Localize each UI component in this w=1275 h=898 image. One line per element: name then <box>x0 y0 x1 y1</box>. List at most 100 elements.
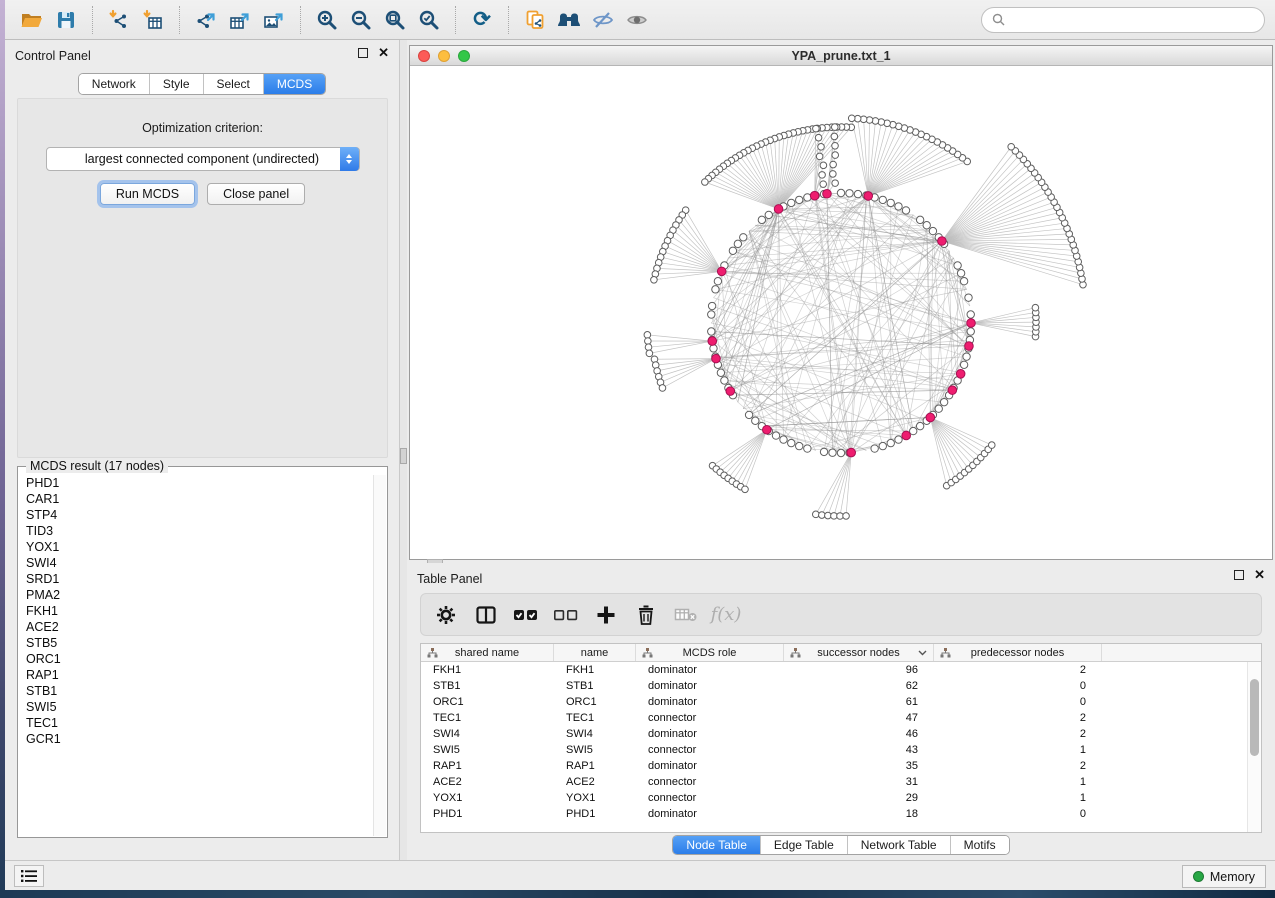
network-node[interactable] <box>710 345 717 352</box>
network-node[interactable] <box>820 448 827 455</box>
import-network-icon[interactable] <box>102 5 136 35</box>
network-node[interactable] <box>854 190 861 197</box>
deselect-all-icon[interactable] <box>553 602 579 628</box>
run-mcds-button[interactable]: Run MCDS <box>100 183 195 205</box>
network-node[interactable] <box>843 513 850 520</box>
clone-network-icon[interactable] <box>518 5 552 35</box>
table-row-yox1[interactable]: YOX1YOX1connector291 <box>421 790 1247 806</box>
close-table-panel-icon[interactable]: ✕ <box>1254 570 1265 580</box>
mcds-hub-node[interactable] <box>948 386 957 395</box>
table-row-stb1[interactable]: STB1STB1dominator620 <box>421 678 1247 694</box>
result-node-stb5[interactable]: STB5 <box>19 635 373 651</box>
table-scrollbar[interactable] <box>1247 662 1261 832</box>
result-node-yox1[interactable]: YOX1 <box>19 539 373 555</box>
export-image-icon[interactable] <box>257 5 291 35</box>
network-node[interactable] <box>830 171 837 178</box>
network-node[interactable] <box>742 486 749 493</box>
result-node-tec1[interactable]: TEC1 <box>19 715 373 731</box>
network-node[interactable] <box>940 398 947 405</box>
float-panel-icon[interactable] <box>358 48 368 58</box>
network-node[interactable] <box>820 181 827 188</box>
network-node[interactable] <box>646 350 653 357</box>
optimization-criterion-select[interactable]: largest connected component (undirected) <box>46 147 360 171</box>
mcds-hub-node[interactable] <box>967 319 976 328</box>
network-node[interactable] <box>780 436 787 443</box>
network-node[interactable] <box>887 439 894 446</box>
network-node[interactable] <box>758 216 765 223</box>
network-node[interactable] <box>832 152 839 159</box>
table-row-ace2[interactable]: ACE2ACE2connector311 <box>421 774 1247 790</box>
zoom-selected-icon[interactable] <box>412 5 446 35</box>
mcds-hub-node[interactable] <box>902 431 911 440</box>
network-graph[interactable] <box>410 66 1272 559</box>
mcds-hub-node[interactable] <box>726 387 735 396</box>
network-node[interactable] <box>721 377 728 384</box>
network-node[interactable] <box>702 179 709 186</box>
add-column-icon[interactable] <box>593 602 619 628</box>
network-node[interactable] <box>837 449 844 456</box>
export-table-icon[interactable] <box>223 5 257 35</box>
network-node[interactable] <box>837 189 844 196</box>
network-node[interactable] <box>887 199 894 206</box>
vertical-splitter-handle[interactable] <box>400 448 407 464</box>
network-node[interactable] <box>916 422 923 429</box>
network-node[interactable] <box>879 442 886 449</box>
mcds-hub-node[interactable] <box>864 192 873 201</box>
network-node[interactable] <box>879 196 886 203</box>
network-node[interactable] <box>788 439 795 446</box>
network-node[interactable] <box>895 436 902 443</box>
table-tab-edge-table[interactable]: Edge Table <box>761 836 848 854</box>
network-canvas[interactable] <box>410 66 1272 559</box>
column-header-name[interactable]: name <box>554 644 636 661</box>
network-node[interactable] <box>752 417 759 424</box>
mcds-hub-node[interactable] <box>926 413 935 422</box>
mcds-hub-node[interactable] <box>956 369 965 378</box>
hide-unselected-icon[interactable] <box>586 5 620 35</box>
mcds-result-scrollbar[interactable] <box>373 475 386 836</box>
split-view-icon[interactable] <box>473 602 499 628</box>
open-file-icon[interactable] <box>15 5 49 35</box>
network-node[interactable] <box>963 353 970 360</box>
network-node[interactable] <box>916 216 923 223</box>
network-node[interactable] <box>819 172 826 179</box>
network-node[interactable] <box>816 153 823 160</box>
result-node-car1[interactable]: CAR1 <box>19 491 373 507</box>
network-node[interactable] <box>804 445 811 452</box>
memory-button[interactable]: Memory <box>1182 865 1266 888</box>
result-node-orc1[interactable]: ORC1 <box>19 651 373 667</box>
network-node[interactable] <box>818 143 825 150</box>
find-icon[interactable] <box>552 5 586 35</box>
search-box[interactable] <box>981 7 1265 33</box>
result-node-stp4[interactable]: STP4 <box>19 507 373 523</box>
table-row-swi4[interactable]: SWI4SWI4dominator462 <box>421 726 1247 742</box>
column-header-successor-nodes[interactable]: successor nodes <box>784 644 934 661</box>
mcds-hub-node[interactable] <box>810 191 819 200</box>
network-node[interactable] <box>708 302 715 309</box>
network-node[interactable] <box>988 442 995 449</box>
network-node[interactable] <box>846 190 853 197</box>
settings-icon[interactable] <box>433 602 459 628</box>
network-node[interactable] <box>871 445 878 452</box>
select-all-icon[interactable] <box>513 602 539 628</box>
table-row-fkh1[interactable]: FKH1FKH1dominator962 <box>421 662 1247 678</box>
mcds-hub-node[interactable] <box>938 237 947 246</box>
result-node-gcr1[interactable]: GCR1 <box>19 731 373 747</box>
network-node[interactable] <box>960 278 967 285</box>
network-node[interactable] <box>717 369 724 376</box>
show-all-icon[interactable] <box>620 5 654 35</box>
network-node[interactable] <box>714 278 721 285</box>
network-node[interactable] <box>712 286 719 293</box>
network-node[interactable] <box>923 222 930 229</box>
table-row-tec1[interactable]: TEC1TEC1connector472 <box>421 710 1247 726</box>
result-node-swi5[interactable]: SWI5 <box>19 699 373 715</box>
float-table-panel-icon[interactable] <box>1234 570 1244 580</box>
result-node-srd1[interactable]: SRD1 <box>19 571 373 587</box>
close-panel-icon[interactable]: ✕ <box>378 48 389 58</box>
network-node[interactable] <box>831 133 838 140</box>
vertical-splitter[interactable] <box>400 40 407 860</box>
network-window-titlebar[interactable]: YPA_prune.txt_1 <box>410 46 1272 66</box>
table-scrollbar-thumb[interactable] <box>1250 679 1259 756</box>
table-tab-network-table[interactable]: Network Table <box>848 836 951 854</box>
network-node[interactable] <box>813 125 820 132</box>
mcds-hub-node[interactable] <box>717 267 726 276</box>
